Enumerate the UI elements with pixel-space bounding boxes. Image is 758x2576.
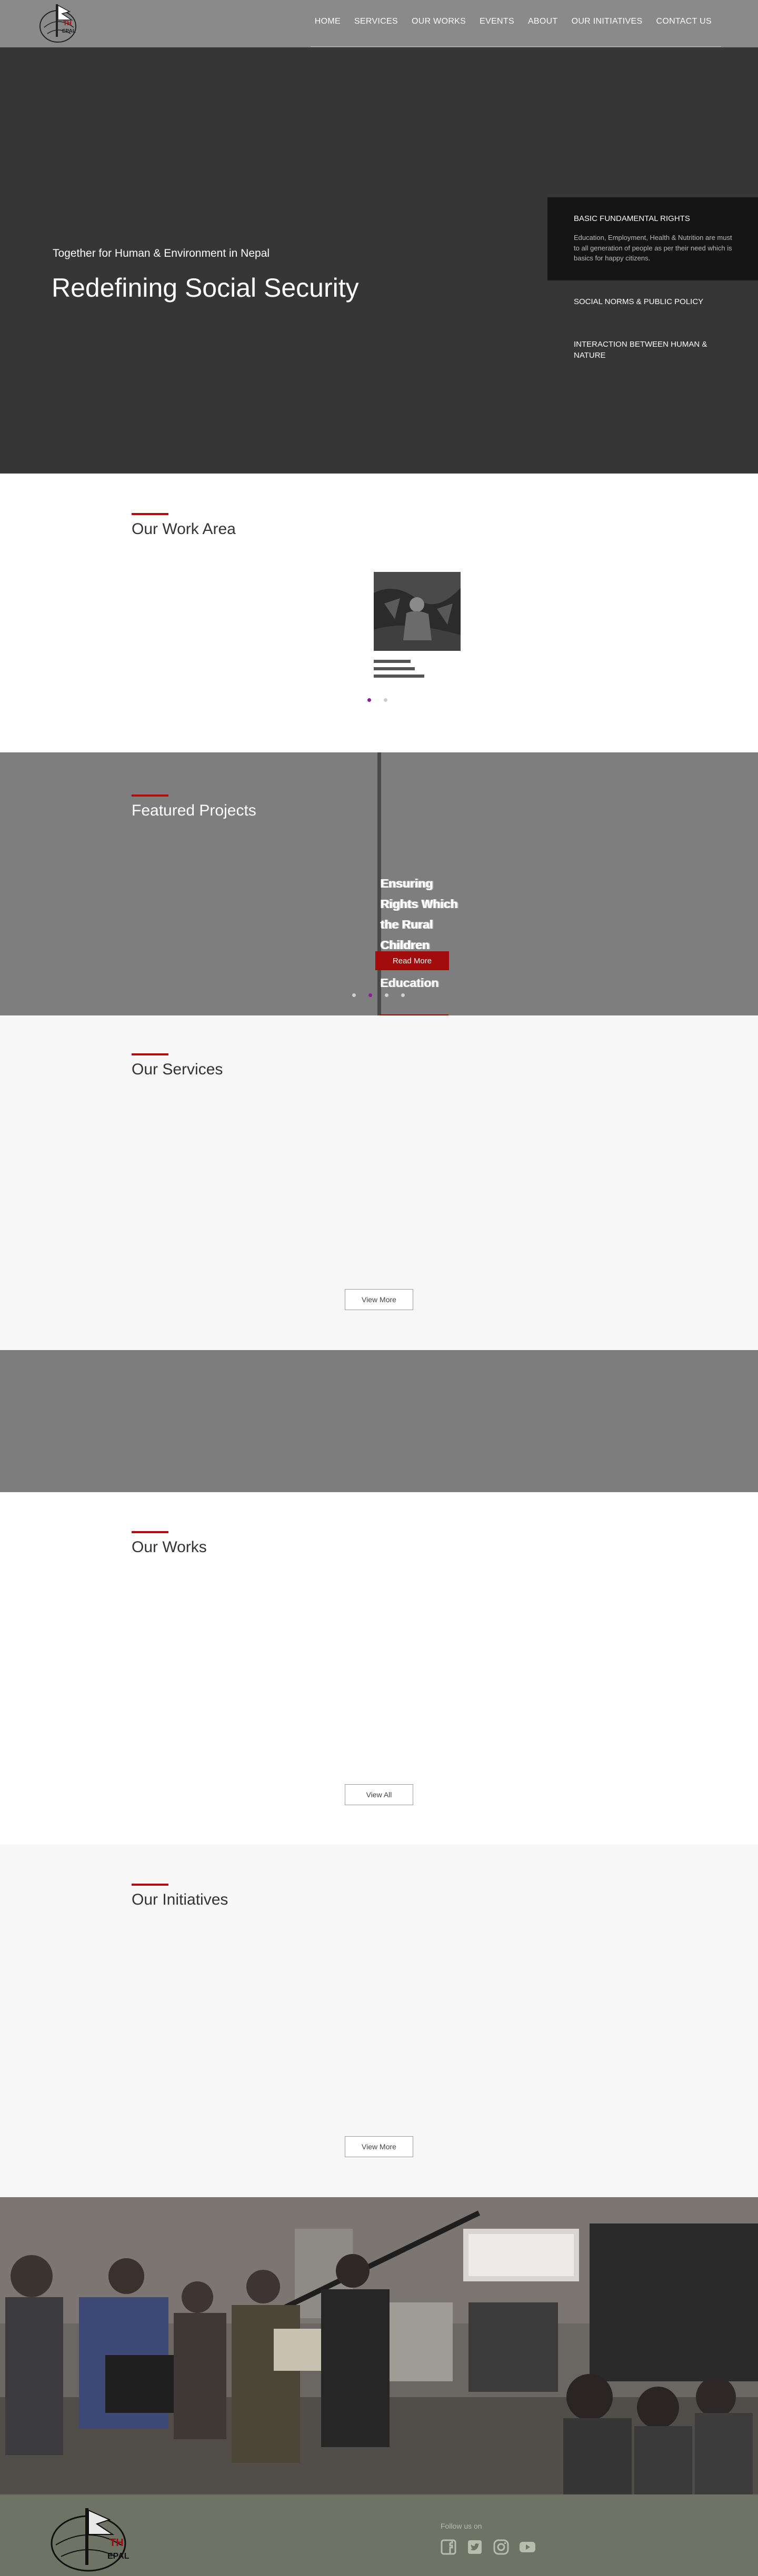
pagination-dot[interactable] xyxy=(385,993,388,997)
twitter-icon[interactable] xyxy=(466,2539,483,2555)
caption-line xyxy=(374,667,415,670)
pagination-dot[interactable] xyxy=(368,993,372,997)
hero-subtitle: Together for Human & Environment in Nepa… xyxy=(53,247,270,259)
site-footer: TH EPAL Follow us on xyxy=(0,2494,758,2576)
caption-line xyxy=(374,660,411,663)
team-photo-illustration xyxy=(0,2197,758,2494)
hero-tab-title: INTERACTION BETWEEN HUMAN & NATURE xyxy=(574,339,707,360)
site-header: TH EPAL HOME SERVICES OUR WORKS EVENTS A… xyxy=(0,0,758,47)
services-view-more-button[interactable]: View More xyxy=(345,1289,413,1310)
nav-contact-us[interactable]: CONTACT US xyxy=(656,17,712,26)
work-area-pagination xyxy=(367,698,387,702)
instagram-icon[interactable] xyxy=(493,2539,510,2555)
work-area-caption xyxy=(374,660,461,678)
featured-project-headline: Ensuring Rights Which the Rural Children xyxy=(381,877,458,952)
pagination-dot[interactable] xyxy=(367,698,371,702)
youtube-icon[interactable] xyxy=(519,2539,536,2555)
section-title: Our Initiatives xyxy=(132,1891,228,1908)
nav-our-initiatives[interactable]: OUR INITIATIVES xyxy=(572,17,643,26)
pagination-dot[interactable] xyxy=(352,993,356,997)
team-photo xyxy=(0,2197,758,2494)
nav-services[interactable]: SERVICES xyxy=(354,17,398,26)
pagination-dot[interactable] xyxy=(384,698,387,702)
pagination-dot[interactable] xyxy=(401,993,405,997)
work-area-section: Our Work Area xyxy=(0,474,758,752)
hero-tab-fundamental-rights[interactable]: BASIC FUNDAMENTAL RIGHTS Education, Empl… xyxy=(547,197,758,280)
hero-tab-description: Education, Employment, Health & Nutritio… xyxy=(574,234,732,262)
hero-title: Redefining Social Security xyxy=(52,273,359,303)
nav-about[interactable]: ABOUT xyxy=(528,17,558,26)
work-area-photo xyxy=(374,572,461,651)
svg-text:EPAL: EPAL xyxy=(62,28,76,34)
hero-tab-title: BASIC FUNDAMENTAL RIGHTS xyxy=(574,214,690,223)
work-area-card[interactable] xyxy=(374,572,461,682)
heading-accent-bar xyxy=(132,1053,168,1055)
hero-tab-social-norms[interactable]: SOCIAL NORMS & PUBLIC POLICY xyxy=(547,280,758,323)
svg-text:EPAL: EPAL xyxy=(107,2552,129,2561)
svg-text:TH: TH xyxy=(109,2537,124,2549)
featured-pagination xyxy=(352,993,405,997)
work-area-heading: Our Work Area xyxy=(132,513,236,538)
section-title: Our Work Area xyxy=(132,520,236,538)
read-more-button[interactable]: Read More xyxy=(375,951,449,970)
caption-line xyxy=(374,675,424,678)
hero-tabs: BASIC FUNDAMENTAL RIGHTS Education, Empl… xyxy=(547,197,758,377)
heading-accent-bar xyxy=(132,513,168,515)
heading-accent-bar xyxy=(132,1884,168,1886)
follow-us-label: Follow us on xyxy=(441,2522,482,2530)
initiatives-heading: Our Initiatives xyxy=(132,1884,228,1909)
section-title: Our Services xyxy=(132,1061,223,1078)
works-view-all-button[interactable]: View All xyxy=(345,1784,413,1805)
svg-text:TH: TH xyxy=(63,19,72,27)
featured-heading: Featured Projects xyxy=(132,794,256,820)
works-heading: Our Works xyxy=(132,1531,207,1556)
nav-events[interactable]: EVENTS xyxy=(480,17,514,26)
heading-accent-bar xyxy=(132,794,168,797)
section-title: Featured Projects xyxy=(132,802,256,819)
featured-projects-section: Featured Projects Ensuring Rights Which … xyxy=(0,752,758,1015)
site-logo[interactable]: TH EPAL xyxy=(37,0,85,46)
footer-logo[interactable]: TH EPAL xyxy=(46,2504,162,2572)
initiatives-view-more-button[interactable]: View More xyxy=(345,2136,413,2157)
hero-tab-human-nature[interactable]: INTERACTION BETWEEN HUMAN & NATURE xyxy=(547,323,758,377)
services-heading: Our Services xyxy=(132,1053,223,1079)
social-links xyxy=(440,2539,536,2555)
banner-band xyxy=(0,1350,758,1492)
featured-project-caption: Education xyxy=(380,976,439,990)
nav-divider xyxy=(311,46,721,47)
section-title: Our Works xyxy=(132,1538,207,1556)
heading-accent-bar xyxy=(132,1531,168,1533)
hero-tab-title: SOCIAL NORMS & PUBLIC POLICY xyxy=(574,297,704,306)
main-nav: HOME SERVICES OUR WORKS EVENTS ABOUT OUR… xyxy=(315,17,712,26)
our-initiatives-section: Our Initiatives View More xyxy=(0,1845,758,2197)
our-works-section: Our Works View All xyxy=(0,1492,758,1845)
hero-section: Together for Human & Environment in Nepa… xyxy=(0,47,758,474)
nav-home[interactable]: HOME xyxy=(315,17,341,26)
services-section: Our Services View More xyxy=(0,1015,758,1350)
nav-our-works[interactable]: OUR WORKS xyxy=(412,17,466,26)
facebook-icon[interactable] xyxy=(440,2539,457,2555)
